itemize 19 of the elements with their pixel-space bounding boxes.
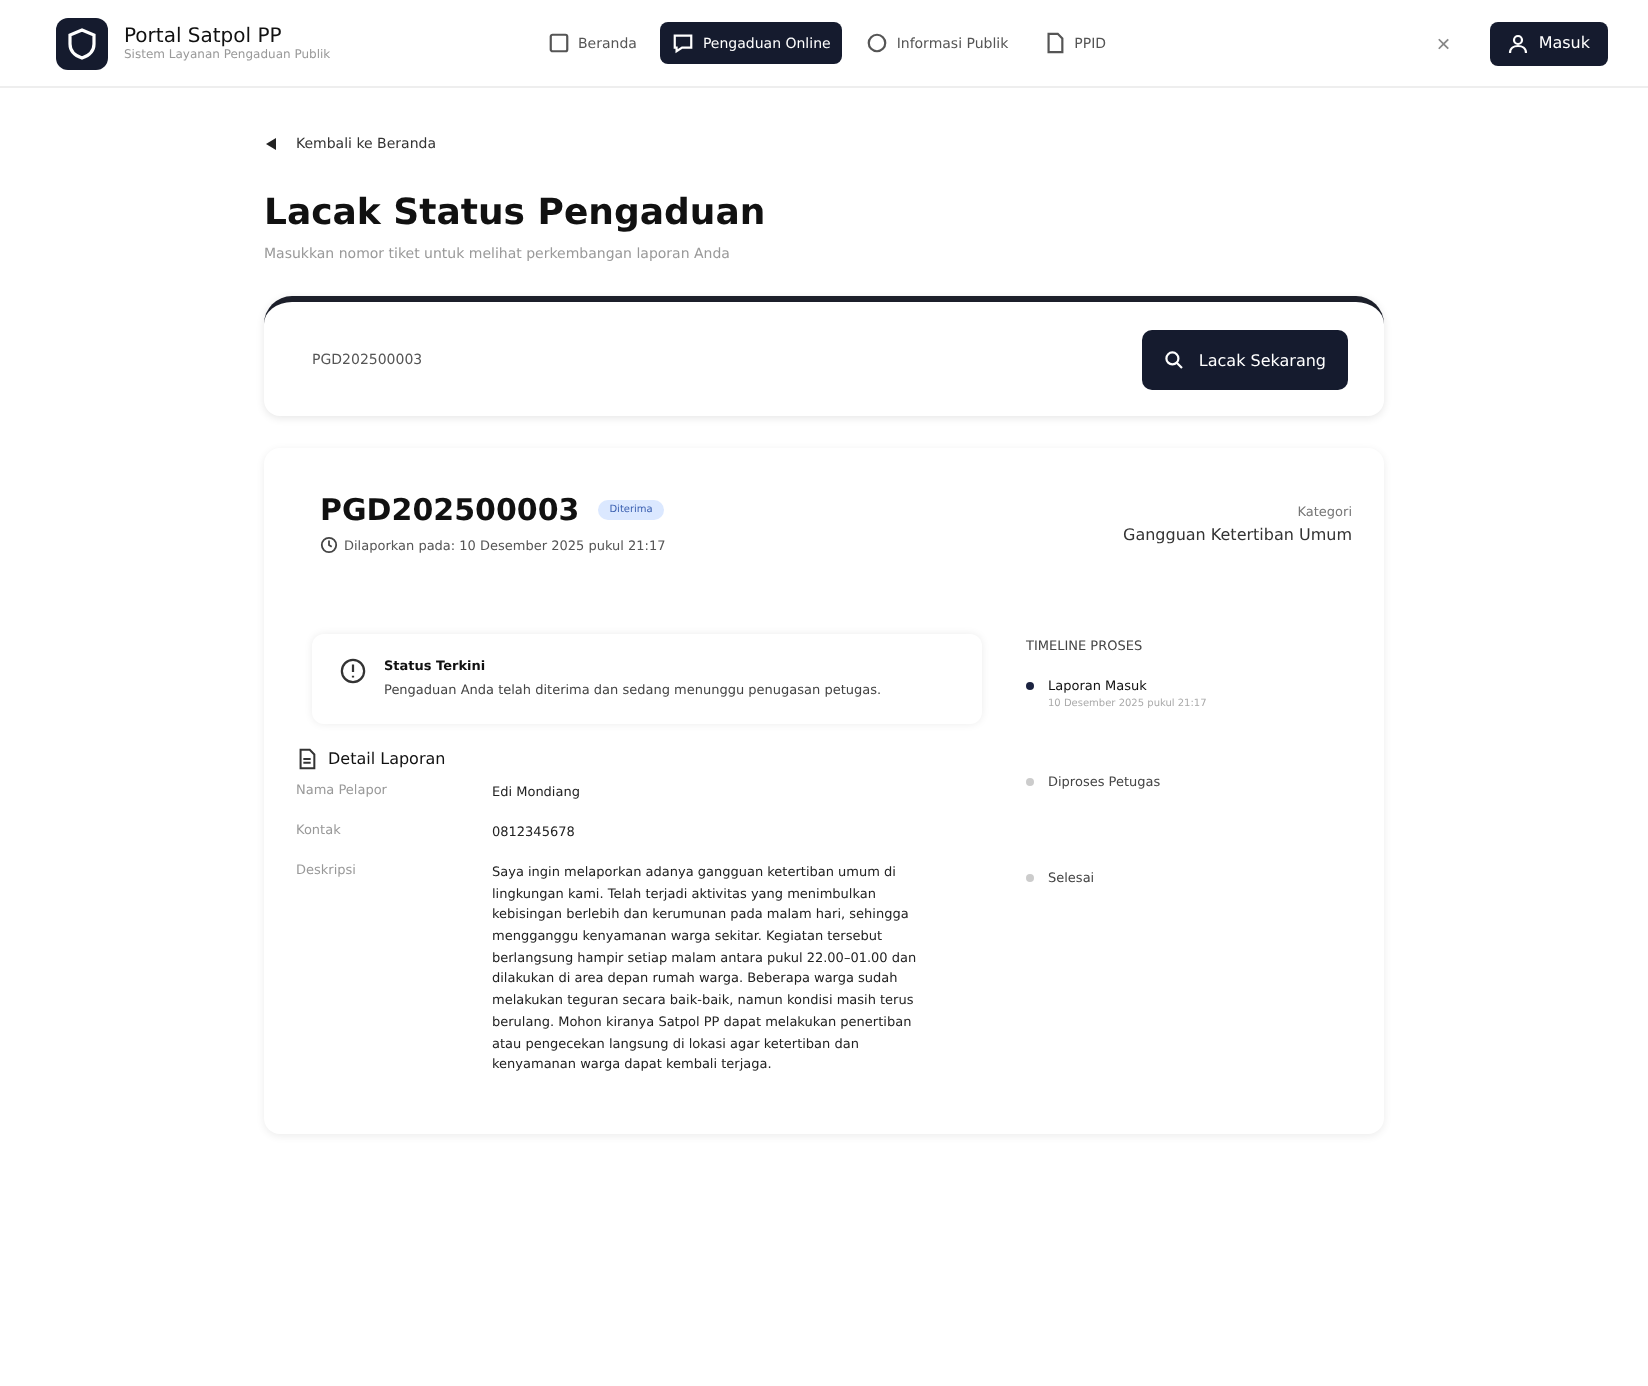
page-title: Lacak Status Pengaduan xyxy=(264,192,768,234)
clock-icon xyxy=(320,536,338,554)
shield-logo-icon xyxy=(56,17,108,69)
circle-icon xyxy=(866,32,889,54)
detail-title: Detail Laporan xyxy=(328,750,446,769)
category-value: Gangguan Ketertiban Umum xyxy=(1123,526,1352,544)
site-title: Portal Satpol PP xyxy=(124,25,282,47)
back-arrow-icon xyxy=(264,136,280,152)
square-icon xyxy=(548,32,570,54)
ticket-number: PGD202500003 xyxy=(320,492,580,528)
search-icon xyxy=(1164,350,1185,370)
user-icon xyxy=(1508,33,1529,53)
document-icon xyxy=(1044,32,1067,54)
document-icon xyxy=(296,748,318,771)
track-button[interactable]: Lacak Sekarang xyxy=(1142,330,1348,390)
alert-icon xyxy=(340,658,366,684)
login-button[interactable]: Masuk xyxy=(1490,21,1608,65)
chat-icon xyxy=(672,32,695,54)
close-button[interactable]: × xyxy=(1424,27,1463,59)
